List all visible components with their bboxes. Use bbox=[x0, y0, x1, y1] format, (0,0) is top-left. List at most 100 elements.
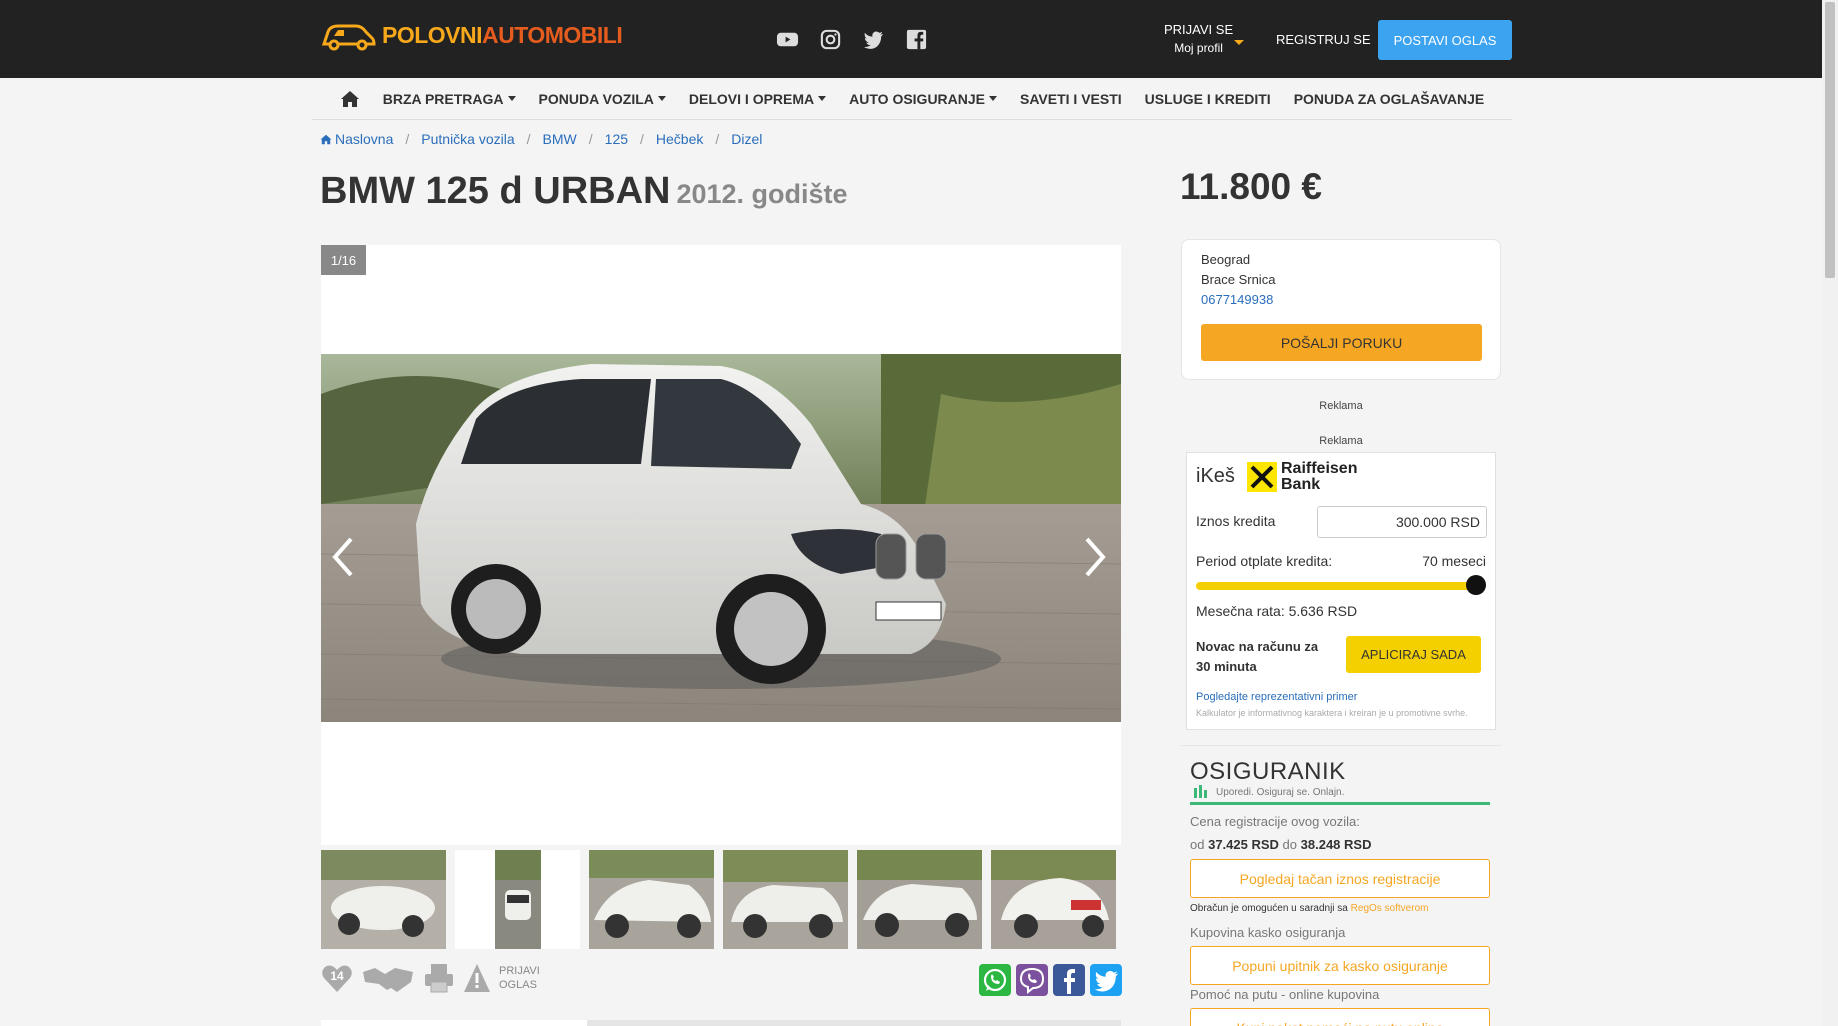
thumbnail[interactable] bbox=[455, 850, 580, 949]
loan-amount-label: Iznos kredita bbox=[1196, 513, 1276, 529]
scrollbar-thumb[interactable] bbox=[1825, 2, 1835, 278]
viber-icon[interactable] bbox=[1016, 964, 1048, 996]
thumbnail[interactable] bbox=[321, 850, 446, 949]
login-menu[interactable]: PRIJAVI SE Moj profil bbox=[1164, 22, 1233, 55]
profile-label: Moj profil bbox=[1174, 41, 1223, 55]
twitter-share-icon[interactable] bbox=[1090, 964, 1122, 996]
thumbnail[interactable] bbox=[857, 850, 982, 949]
loan-calculator: iKeš Raiffeisen Bank Iznos kredita 300.00… bbox=[1186, 452, 1496, 730]
loan-period-slider[interactable] bbox=[1196, 582, 1476, 590]
post-ad-button[interactable]: POSTAVI OGLAS bbox=[1378, 20, 1512, 60]
register-link[interactable]: REGISTRUJ SE bbox=[1276, 32, 1371, 47]
regos-link[interactable]: RegOs softverom bbox=[1351, 903, 1429, 914]
social-links bbox=[776, 28, 928, 51]
calculator-disclaimer: Kalkulator je informativnog karaktera i … bbox=[1196, 708, 1468, 718]
report-line-1: PRIJAVI bbox=[499, 965, 540, 977]
nav-item-delovi-i-oprema[interactable]: DELOVI I OPREMA bbox=[688, 90, 827, 107]
facebook-share-icon[interactable] bbox=[1053, 964, 1085, 996]
representative-example-link[interactable]: Pogledajte reprezentativni primer bbox=[1196, 691, 1357, 703]
apply-now-button[interactable]: APLICIRAJ SADA bbox=[1346, 636, 1481, 673]
handshake-icon[interactable] bbox=[361, 962, 415, 994]
bar-chart-icon bbox=[1194, 785, 1207, 798]
twitter-icon[interactable] bbox=[862, 28, 885, 51]
report-ad-link[interactable]: PRIJAVI OGLAS bbox=[499, 964, 540, 992]
seller-card: Beograd Brace Srnica 0677149938 POŠALJI … bbox=[1181, 239, 1501, 380]
send-message-button[interactable]: POŠALJI PORUKU bbox=[1201, 324, 1482, 361]
nav-item-brza-pretraga[interactable]: BRZA PRETRAGA bbox=[383, 91, 516, 107]
osiguranik-logo: OSIGURANIK bbox=[1190, 758, 1346, 785]
nav-item-ponuda-vozila[interactable]: PONUDA VOZILA bbox=[539, 91, 666, 107]
seller-phone[interactable]: 0677149938 bbox=[1201, 292, 1273, 307]
chevron-down-icon[interactable] bbox=[1234, 40, 1244, 45]
thumbnail[interactable] bbox=[723, 850, 848, 949]
listing-title: BMW 125 d URBAN 2012. godište bbox=[320, 170, 848, 213]
nav-item-ponuda-za-oglasavanje[interactable]: PONUDA ZA OGLAŠAVANJE bbox=[1294, 91, 1485, 107]
favorite-button[interactable]: 14 bbox=[321, 962, 353, 994]
regos-note: Obračun je omogućen u saradnji sa RegOs … bbox=[1190, 903, 1428, 914]
logo-word-1: POLOVNI bbox=[382, 21, 483, 48]
thumbnail[interactable] bbox=[589, 850, 714, 949]
breadcrumb-hecbek[interactable]: Hečbek bbox=[656, 131, 703, 147]
warning-icon[interactable] bbox=[463, 962, 491, 994]
facebook-icon[interactable] bbox=[905, 28, 928, 51]
monthly-installment: Mesečna rata: 5.636 RSD bbox=[1196, 603, 1358, 619]
photo-gallery: 1/16 bbox=[321, 245, 1121, 845]
loan-period-label: Period otplate kredita: bbox=[1196, 553, 1333, 569]
bank-name-line-1: Raiffeisen bbox=[1281, 460, 1358, 477]
site-logo[interactable]: POLOVNIAUTOMOBILI bbox=[320, 18, 623, 52]
fast-funding-text: Novac na računu za 30 minuta bbox=[1196, 639, 1319, 674]
caret-down-icon bbox=[818, 96, 827, 101]
whatsapp-icon[interactable] bbox=[979, 964, 1011, 996]
seller-city: Beograd bbox=[1201, 252, 1251, 267]
page-scrollbar[interactable] bbox=[1822, 0, 1838, 1026]
range-from: 37.425 RSD bbox=[1208, 837, 1279, 852]
listing-title-text: BMW 125 d URBAN bbox=[320, 170, 671, 212]
raiffeisen-emblem-icon bbox=[1247, 462, 1277, 492]
breadcrumb-separator: / bbox=[715, 131, 720, 147]
chevron-right-icon[interactable] bbox=[1079, 535, 1109, 579]
ad-label: Reklama bbox=[1319, 400, 1363, 412]
caret-down-icon bbox=[989, 96, 998, 101]
details-tabs bbox=[321, 1020, 1121, 1026]
home-icon bbox=[320, 134, 332, 145]
breadcrumb-label: Naslovna bbox=[335, 131, 394, 147]
loan-amount-input[interactable]: 300.000 RSD bbox=[1317, 506, 1487, 538]
favorites-count: 14 bbox=[330, 969, 344, 983]
listing-year: 2012. godište bbox=[676, 179, 848, 209]
loan-period-value: 70 meseci bbox=[1422, 553, 1486, 569]
photo-counter: 1/16 bbox=[321, 245, 366, 275]
home-icon[interactable] bbox=[340, 90, 360, 108]
roadside-help-button[interactable]: Kupi paket pomoći na putu online bbox=[1190, 1008, 1490, 1026]
breadcrumb-dizel[interactable]: Dizel bbox=[731, 131, 762, 147]
main-photo[interactable] bbox=[321, 354, 1121, 722]
registration-price-button[interactable]: Pogledaj tačan iznos registracije bbox=[1190, 859, 1490, 898]
breadcrumb-bmw[interactable]: BMW bbox=[543, 131, 577, 147]
nav-label: USLUGE I KREDITI bbox=[1144, 90, 1271, 107]
logo-text: POLOVNIAUTOMOBILI bbox=[382, 21, 623, 49]
nav-label: DELOVI I OPREMA bbox=[688, 90, 815, 107]
listing-price: 11.800 € bbox=[1180, 166, 1322, 207]
raiffeisen-logo: Raiffeisen Bank bbox=[1247, 461, 1357, 493]
car-photo bbox=[321, 354, 1121, 722]
instagram-icon[interactable] bbox=[819, 28, 842, 51]
main-nav: BRZA PRETRAGA PONUDA VOZILA DELOVI I OPR… bbox=[312, 78, 1512, 120]
breadcrumb-separator: / bbox=[405, 131, 410, 147]
regos-text: Obračun je omogućen u saradnji sa bbox=[1190, 903, 1348, 914]
kasko-label: Kupovina kasko osiguranja bbox=[1190, 925, 1346, 940]
breadcrumb-125[interactable]: 125 bbox=[605, 131, 628, 147]
breadcrumb-home[interactable]: Naslovna bbox=[320, 131, 393, 147]
range-from-word: od bbox=[1190, 837, 1205, 852]
nav-item-auto-osiguranje[interactable]: AUTO OSIGURANJE bbox=[849, 91, 998, 107]
breadcrumb-putnicka-vozila[interactable]: Putnička vozila bbox=[421, 131, 514, 147]
kasko-questionnaire-button[interactable]: Popuni upitnik za kasko osiguranje bbox=[1190, 946, 1490, 985]
thumbnail[interactable] bbox=[991, 850, 1116, 949]
print-icon[interactable] bbox=[423, 962, 455, 994]
loan-period-slider-handle[interactable] bbox=[1466, 575, 1486, 595]
chevron-left-icon[interactable] bbox=[329, 535, 359, 579]
insurance-widget: OSIGURANIK Uporedi. Osiguraj se. Onlajn.… bbox=[1181, 745, 1501, 1026]
youtube-icon[interactable] bbox=[776, 28, 799, 51]
nav-item-saveti-i-vesti[interactable]: SAVETI I VESTI bbox=[1020, 91, 1122, 107]
nav-item-usluge-i-krediti[interactable]: USLUGE I KREDITI bbox=[1145, 91, 1271, 107]
roadside-help-label: Pomoć na putu - online kupovina bbox=[1190, 987, 1380, 1002]
tab-active[interactable] bbox=[321, 1020, 587, 1026]
